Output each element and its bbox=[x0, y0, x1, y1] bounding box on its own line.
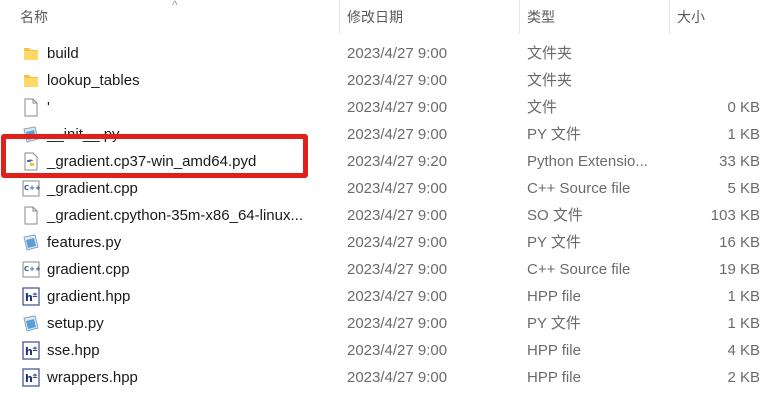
svg-text:±: ± bbox=[32, 291, 38, 299]
file-name: ' bbox=[47, 99, 50, 116]
folder-icon bbox=[22, 71, 40, 90]
column-header-type[interactable]: 类型 bbox=[521, 0, 555, 34]
file-row[interactable]: h ± sse.hpp 2023/4/27 9:00 HPP file 4 KB bbox=[0, 337, 773, 364]
file-modified-date: 2023/4/27 9:00 bbox=[347, 261, 448, 278]
file-name: setup.py bbox=[47, 315, 104, 332]
column-header-name-label: 名称 bbox=[20, 9, 48, 25]
file-modified-date: 2023/4/27 9:00 bbox=[347, 126, 448, 143]
file-modified-date: 2023/4/27 9:00 bbox=[347, 99, 448, 116]
file-size: 33 KB bbox=[719, 153, 760, 170]
file-size: 19 KB bbox=[719, 261, 760, 278]
file-row[interactable]: features.py 2023/4/27 9:00 PY 文件 16 KB bbox=[0, 229, 773, 256]
file-row[interactable]: lookup_tables 2023/4/27 9:00 文件夹 bbox=[0, 67, 773, 94]
column-divider[interactable] bbox=[669, 0, 670, 34]
svg-text:C++: C++ bbox=[24, 265, 40, 273]
file-size: 1 KB bbox=[727, 315, 760, 332]
file-size: 2 KB bbox=[727, 369, 760, 386]
svg-text:±: ± bbox=[32, 345, 38, 353]
file-type: HPP file bbox=[527, 342, 581, 359]
cpp-file-icon: C++ bbox=[22, 179, 41, 198]
svg-text:±: ± bbox=[32, 372, 38, 380]
file-row[interactable]: build 2023/4/27 9:00 文件夹 bbox=[0, 40, 773, 67]
folder-icon bbox=[22, 44, 40, 63]
file-name: wrappers.hpp bbox=[47, 369, 138, 386]
file-type: SO 文件 bbox=[527, 207, 583, 224]
file-row[interactable]: setup.py 2023/4/27 9:00 PY 文件 1 KB bbox=[0, 310, 773, 337]
file-modified-date: 2023/4/27 9:20 bbox=[347, 153, 448, 170]
highlight-annotation-box bbox=[1, 134, 308, 178]
file-modified-date: 2023/4/27 9:00 bbox=[347, 315, 448, 332]
column-divider[interactable] bbox=[519, 0, 520, 34]
file-type: Python Extensio... bbox=[527, 153, 648, 170]
file-type: 文件夹 bbox=[527, 45, 573, 62]
file-name: build bbox=[47, 45, 79, 62]
file-name: gradient.cpp bbox=[47, 261, 130, 278]
file-size: 16 KB bbox=[719, 234, 760, 251]
file-size: 4 KB bbox=[727, 342, 760, 359]
file-row[interactable]: C++ gradient.cpp 2023/4/27 9:00 C++ Source … bbox=[0, 256, 773, 283]
file-size: 1 KB bbox=[727, 288, 760, 305]
hpp-file-icon: h ± bbox=[22, 368, 40, 387]
file-type: HPP file bbox=[527, 369, 581, 386]
file-type: 文件夹 bbox=[527, 72, 573, 89]
hpp-file-icon: h ± bbox=[22, 341, 40, 360]
column-header-type-label: 类型 bbox=[527, 9, 555, 25]
sort-ascending-icon: ^ bbox=[172, 0, 178, 12]
column-header-size-label: 大小 bbox=[677, 9, 705, 25]
blank-file-icon bbox=[22, 98, 40, 117]
file-modified-date: 2023/4/27 9:00 bbox=[347, 207, 448, 224]
py-file-icon bbox=[22, 314, 40, 333]
file-type: C++ Source file bbox=[527, 261, 631, 278]
file-name: lookup_tables bbox=[47, 72, 140, 89]
py-file-icon bbox=[22, 233, 40, 252]
file-name: _gradient.cpp bbox=[47, 180, 138, 197]
hpp-file-icon: h ± bbox=[22, 287, 40, 306]
file-modified-date: 2023/4/27 9:00 bbox=[347, 288, 448, 305]
file-modified-date: 2023/4/27 9:00 bbox=[347, 45, 448, 62]
file-row[interactable]: _gradient.cpython-35m-x86_64-linux... 202… bbox=[0, 202, 773, 229]
file-name: gradient.hpp bbox=[47, 288, 131, 305]
svg-text:C++: C++ bbox=[24, 184, 40, 192]
file-modified-date: 2023/4/27 9:00 bbox=[347, 72, 448, 89]
file-type: PY 文件 bbox=[527, 234, 581, 251]
file-modified-date: 2023/4/27 9:00 bbox=[347, 180, 448, 197]
file-row[interactable]: C++ _gradient.cpp 2023/4/27 9:00 C++ Source… bbox=[0, 175, 773, 202]
file-row[interactable]: h ± gradient.hpp 2023/4/27 9:00 HPP file 1 KB bbox=[0, 283, 773, 310]
file-size: 1 KB bbox=[727, 126, 760, 143]
blank-file-icon bbox=[22, 206, 40, 225]
file-name: features.py bbox=[47, 234, 122, 251]
file-row[interactable]: ' 2023/4/27 9:00 文件 0 KB bbox=[0, 94, 773, 121]
file-type: 文件 bbox=[527, 99, 558, 116]
file-type: PY 文件 bbox=[527, 315, 581, 332]
file-size: 0 KB bbox=[727, 99, 760, 116]
column-header-name[interactable]: 名称 bbox=[14, 0, 48, 34]
file-type: PY 文件 bbox=[527, 126, 581, 143]
file-modified-date: 2023/4/27 9:00 bbox=[347, 342, 448, 359]
column-header-bar: 名称 ^ 修改日期 类型 大小 bbox=[0, 0, 773, 34]
column-divider[interactable] bbox=[339, 0, 340, 34]
file-modified-date: 2023/4/27 9:00 bbox=[347, 369, 448, 386]
cpp-file-icon: C++ bbox=[22, 260, 41, 279]
file-modified-date: 2023/4/27 9:00 bbox=[347, 234, 448, 251]
column-header-date[interactable]: 修改日期 bbox=[341, 0, 403, 34]
column-header-date-label: 修改日期 bbox=[347, 9, 403, 25]
file-name: _gradient.cpython-35m-x86_64-linux... bbox=[47, 207, 303, 224]
file-name: sse.hpp bbox=[47, 342, 100, 359]
file-size: 5 KB bbox=[727, 180, 760, 197]
column-header-size[interactable]: 大小 bbox=[671, 0, 705, 34]
file-size: 103 KB bbox=[710, 207, 760, 224]
file-row[interactable]: h ± wrappers.hpp 2023/4/27 9:00 HPP file 2 KB bbox=[0, 364, 773, 391]
file-type: HPP file bbox=[527, 288, 581, 305]
file-type: C++ Source file bbox=[527, 180, 631, 197]
